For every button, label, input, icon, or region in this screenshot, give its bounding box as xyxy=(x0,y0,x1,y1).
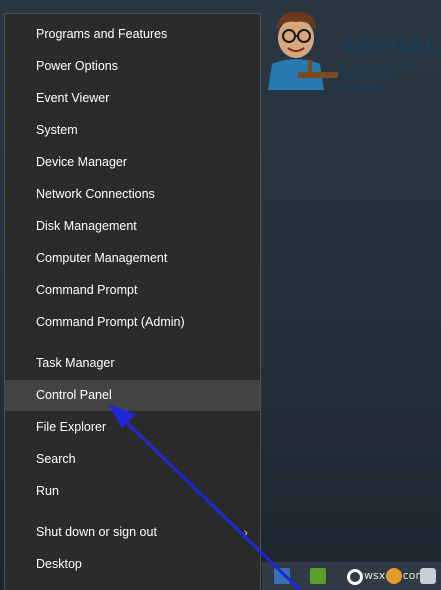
network-icon[interactable] xyxy=(420,568,436,584)
menu-item-search[interactable]: Search xyxy=(5,444,260,475)
menu-item-shut-down-or-sign-out[interactable]: Shut down or sign out › xyxy=(5,517,260,548)
menu-item-desktop[interactable]: Desktop xyxy=(5,549,260,580)
menu-item-file-explorer[interactable]: File Explorer xyxy=(5,412,260,443)
menu-item-programs-and-features[interactable]: Programs and Features xyxy=(5,19,260,50)
watermark-brand: APPUALS xyxy=(340,36,441,60)
menu-item-control-panel[interactable]: Control Panel xyxy=(5,380,260,411)
watermark-tagline: TECH HOW-TO'S FROM THE EXPERTS! xyxy=(340,62,420,94)
menu-item-network-connections[interactable]: Network Connections xyxy=(5,179,260,210)
opera-icon[interactable] xyxy=(347,569,363,585)
mascot-icon xyxy=(268,11,338,90)
winx-context-menu: Programs and Features Power Options Even… xyxy=(4,13,261,590)
user-icon[interactable] xyxy=(386,568,402,584)
menu-item-command-prompt-admin[interactable]: Command Prompt (Admin) xyxy=(5,307,260,338)
appuals-watermark: APPUALS TECH HOW-TO'S FROM THE EXPERTS! xyxy=(258,6,441,94)
menu-item-run[interactable]: Run xyxy=(5,476,260,507)
menu-item-power-options[interactable]: Power Options xyxy=(5,51,260,82)
submenu-chevron-icon: › xyxy=(243,524,248,540)
windows-store-icon[interactable] xyxy=(274,568,290,584)
menu-item-disk-management[interactable]: Disk Management xyxy=(5,211,260,242)
taskbar-tray: wsxdn.com xyxy=(262,562,441,590)
menu-item-event-viewer[interactable]: Event Viewer xyxy=(5,83,260,114)
menu-item-computer-management[interactable]: Computer Management xyxy=(5,243,260,274)
menu-item-command-prompt[interactable]: Command Prompt xyxy=(5,275,260,306)
menu-item-task-manager[interactable]: Task Manager xyxy=(5,348,260,379)
menu-item-label: Shut down or sign out xyxy=(36,525,157,539)
menu-item-device-manager[interactable]: Device Manager xyxy=(5,147,260,178)
rss-icon[interactable] xyxy=(310,568,326,584)
menu-item-system[interactable]: System xyxy=(5,115,260,146)
